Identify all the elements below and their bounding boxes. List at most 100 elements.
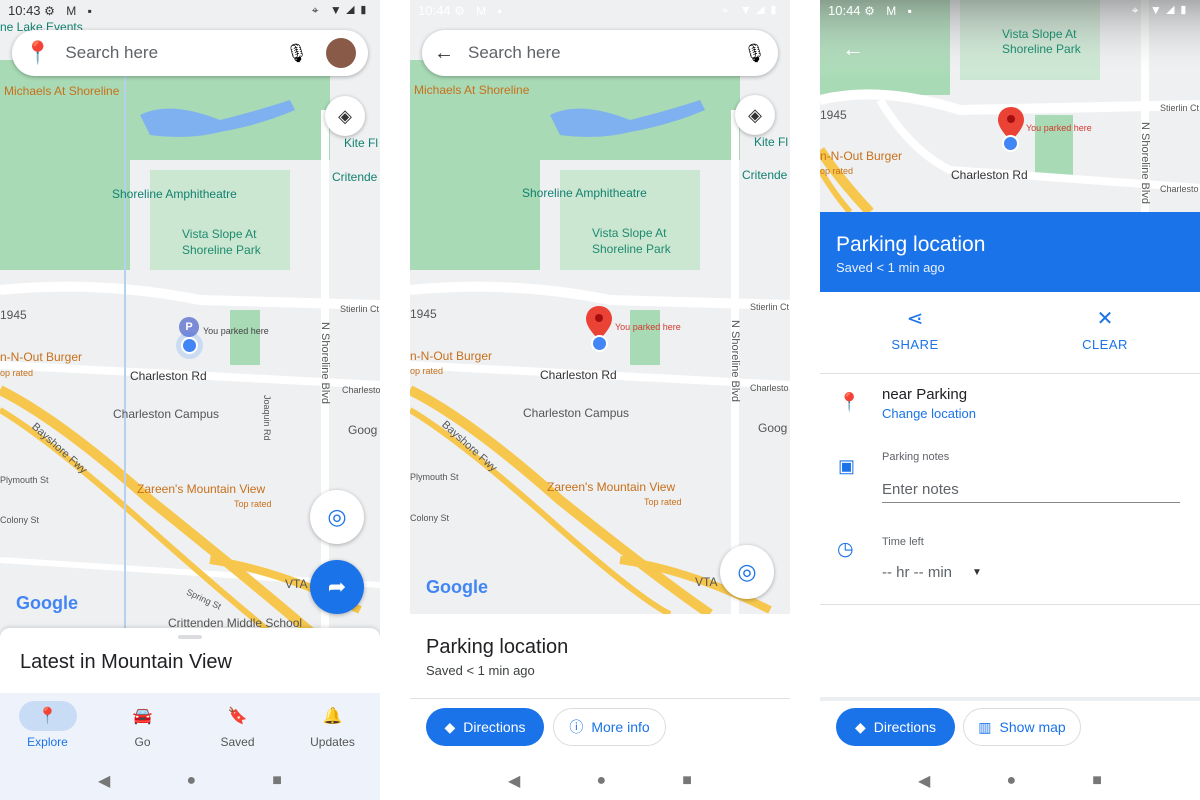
layers-icon: ◈ (338, 105, 352, 126)
crosshair-icon: ◎ (737, 559, 757, 584)
dropdown-arrow-icon: ▼ (972, 567, 982, 578)
search-input[interactable]: Search here (65, 43, 285, 63)
current-location-dot (591, 335, 608, 352)
directions-icon: ➦ (327, 574, 347, 599)
map-view[interactable]: ne Lake Events Michaels At Shoreline Kit… (0, 0, 380, 640)
screen-parking-details: Vista Slope At Shoreline Park 1945 You p… (820, 0, 1200, 800)
map-label: Kite Fl (754, 135, 789, 149)
map-label: Charlesto (342, 385, 380, 395)
map-label: Charleston Rd (130, 369, 207, 383)
map-label: Michaels At Shoreline (4, 84, 120, 98)
close-icon: ✕ (1096, 308, 1114, 330)
map-label: Plymouth St (0, 475, 49, 485)
map-label: VTA (695, 575, 718, 589)
my-location-button[interactable]: ◎ (310, 490, 364, 544)
recents-nav-icon[interactable]: ■ (682, 772, 692, 790)
current-location-dot (181, 337, 198, 354)
notification-icons: ⚙ M ▪ (864, 4, 916, 18)
map-label: Shoreline Amphitheatre (522, 186, 647, 200)
clear-button[interactable]: ✕ CLEAR (1055, 306, 1155, 352)
map-label: Vista Slope At (592, 226, 667, 240)
directions-button[interactable]: ◆ Directions (836, 708, 955, 746)
home-nav-icon[interactable]: ● (1006, 772, 1016, 790)
recents-nav-icon[interactable]: ■ (272, 772, 282, 790)
nav-go[interactable]: 🚘 Go (95, 693, 190, 765)
more-info-button[interactable]: ⓘ More info (553, 708, 666, 746)
back-arrow-icon[interactable]: ← (434, 42, 454, 65)
map-label: Colony St (410, 513, 450, 523)
map-label: Charleston Campus (523, 406, 630, 420)
show-map-button[interactable]: ▥ Show map (963, 708, 1081, 746)
nav-label: Saved (220, 735, 255, 749)
nav-label: Updates (310, 735, 355, 749)
map-label: 1945 (0, 308, 27, 322)
button-label: Show map (999, 719, 1066, 735)
microphone-icon[interactable]: 🎙 (743, 43, 766, 64)
avatar[interactable] (326, 38, 356, 68)
map-label: op rated (0, 368, 34, 378)
microphone-icon[interactable]: 🎙 (285, 43, 308, 64)
map-label: Shoreline Park (182, 243, 261, 257)
time-left-dropdown[interactable]: -- hr -- min ▼ (882, 564, 982, 581)
bell-icon: 🔔 (322, 708, 343, 725)
header: Parking location Saved < 1 min ago (820, 212, 1200, 292)
car-icon: 🚘 (132, 708, 153, 725)
info-icon: ⓘ (569, 719, 584, 735)
search-bar[interactable]: ← Search here 🎙 (422, 30, 778, 76)
map-label: Charleston Campus (113, 407, 220, 421)
search-bar[interactable]: 📍 Search here 🎙 (12, 30, 368, 76)
map-label: Critende (332, 170, 378, 184)
map-label: Joaquin Rd (262, 395, 272, 441)
map-label: Shoreline Amphitheatre (112, 187, 237, 201)
change-location-link[interactable]: Change location (882, 406, 976, 421)
map-label: Top rated (234, 499, 272, 509)
map-view[interactable]: Vista Slope At Shoreline Park 1945 You p… (820, 0, 1200, 212)
back-arrow-icon[interactable]: ← (842, 36, 864, 62)
location-name: near Parking (882, 386, 968, 403)
map-label: Charlesto (750, 383, 789, 393)
notification-icons: ⚙ M ▪ (44, 4, 96, 18)
drag-handle[interactable] (178, 635, 202, 639)
button-label: More info (591, 719, 650, 735)
notification-icons: ⚙ M ▪ (454, 4, 506, 18)
sheet-title: Latest in Mountain View (20, 651, 232, 673)
back-nav-icon[interactable]: ◀ (918, 771, 930, 791)
layers-button[interactable]: ◈ (735, 95, 775, 135)
map-label: You parked here (615, 322, 681, 332)
layers-button[interactable]: ◈ (325, 96, 365, 136)
parking-marker[interactable]: P (179, 317, 199, 337)
button-label: Directions (463, 719, 526, 735)
map-label: Plymouth St (410, 472, 459, 482)
map-view[interactable]: Michaels At Shoreline Kite Fl Critende S… (410, 0, 790, 614)
nav-saved[interactable]: 🔖 Saved (190, 693, 285, 765)
share-button[interactable]: ⋖ SHARE (865, 306, 965, 352)
bottom-sheet[interactable]: Latest in Mountain View (0, 628, 380, 698)
bookmark-icon: 🔖 (227, 708, 248, 725)
map-label: Charlesto (1160, 184, 1199, 194)
back-nav-icon[interactable]: ◀ (508, 771, 520, 791)
screen-parking-sheet: Michaels At Shoreline Kite Fl Critende S… (410, 0, 790, 800)
map-label: N Shoreline Blvd (1139, 122, 1151, 204)
map-label: Vista Slope At (182, 227, 257, 241)
recents-nav-icon[interactable]: ■ (1092, 772, 1102, 790)
search-input[interactable]: Search here (468, 43, 743, 63)
map-label: 1945 (820, 108, 847, 122)
button-label: CLEAR (1082, 337, 1128, 352)
divider (820, 373, 1200, 374)
home-nav-icon[interactable]: ● (596, 772, 606, 790)
nav-explore[interactable]: 📍 Explore (0, 693, 95, 765)
directions-fab[interactable]: ➦ (310, 560, 364, 614)
map-label: Charleston Rd (540, 368, 617, 382)
nav-updates[interactable]: 🔔 Updates (285, 693, 380, 765)
system-icons: ⌖ ▼◢▮ (1131, 3, 1192, 17)
home-nav-icon[interactable]: ● (186, 772, 196, 790)
current-location-dot (1002, 135, 1019, 152)
directions-button[interactable]: ◆ Directions (426, 708, 544, 746)
my-location-button[interactable]: ◎ (720, 545, 774, 599)
pin-icon: 📍 (18, 701, 77, 731)
notes-input[interactable]: Enter notes (882, 481, 1180, 503)
crosshair-icon: ◎ (327, 504, 347, 529)
map-label: Stierlin Ct (340, 304, 380, 314)
back-nav-icon[interactable]: ◀ (98, 771, 110, 791)
subtitle: Saved < 1 min ago (836, 260, 945, 275)
